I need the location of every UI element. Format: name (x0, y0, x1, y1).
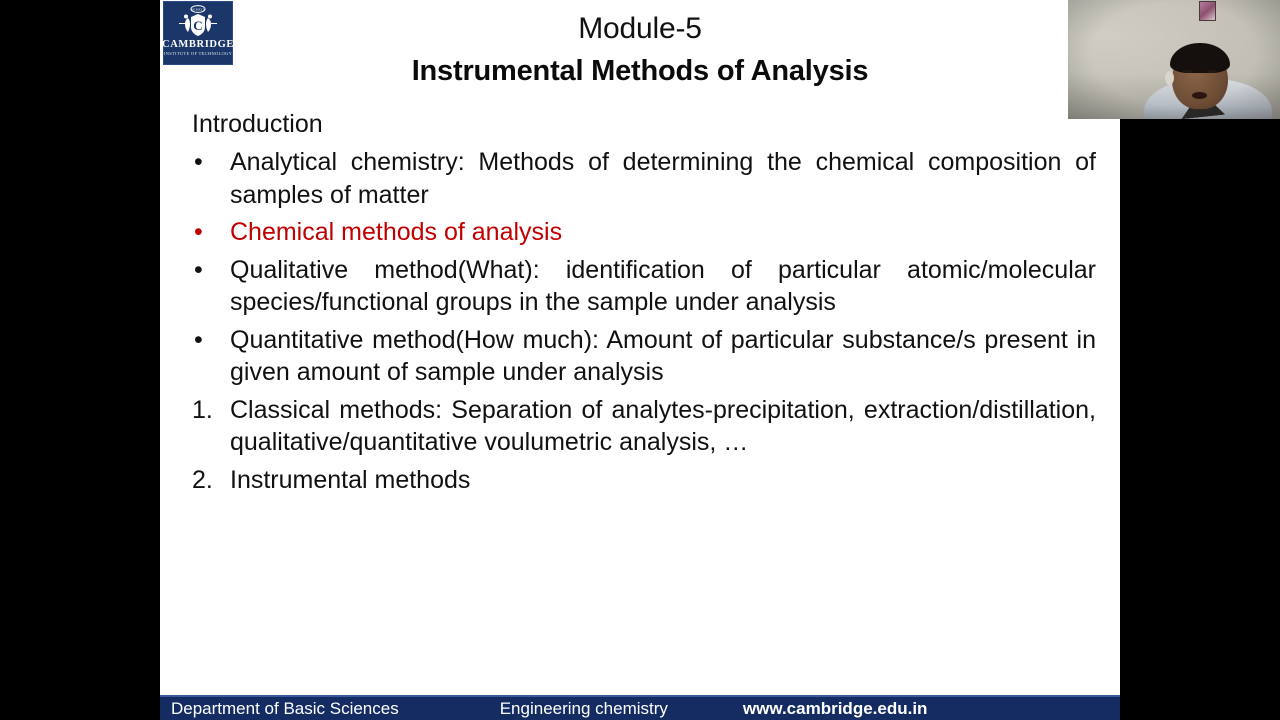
presentation-slide: MCMXCV C CAMBRIDGE INSTITUTE OF TECHNOLO… (160, 0, 1120, 720)
video-stage: MCMXCV C CAMBRIDGE INSTITUTE OF TECHNOLO… (0, 0, 1280, 720)
slide-module-title: Module-5 (578, 12, 702, 45)
bullet-item: • Quantitative method(How much): Amount … (188, 324, 1096, 389)
footer-department: Department of Basic Sciences (171, 699, 399, 718)
slide-main-title: Instrumental Methods of Analysis (411, 54, 869, 87)
wall-picture-frame (1199, 1, 1216, 21)
bullet-item: • Analytical chemistry: Methods of deter… (188, 146, 1096, 211)
numbered-marker: 1. (192, 395, 213, 424)
bullet-text: Quantitative method(How much): Amount of… (230, 325, 1096, 387)
footer-website-url: www.cambridge.edu.in (742, 699, 928, 718)
numbered-marker: 2. (192, 465, 220, 494)
slide-footer: Department of Basic Sciences Engineering… (160, 695, 1120, 720)
bullet-marker-icon: • (194, 218, 203, 246)
section-heading-introduction: Introduction (192, 110, 323, 138)
bullet-text: Analytical chemistry: Methods of determi… (230, 148, 1096, 209)
numbered-text: Instrumental methods (230, 465, 471, 494)
slide-body: Introduction • Analytical chemistry: Met… (188, 108, 1096, 501)
footer-course: Engineering chemistry (499, 699, 668, 718)
slide-title-block: Module-5 Instrumental Methods of Analysi… (160, 12, 1120, 88)
svg-text:MCMXCV: MCMXCV (191, 8, 206, 12)
bullet-item: • Qualitative method(What): identificati… (188, 254, 1096, 319)
bullet-text: Chemical methods of analysis (230, 218, 563, 246)
bullet-marker-icon: • (194, 325, 203, 354)
presenter-eye-right (1207, 70, 1216, 73)
presenter-eye-left (1183, 70, 1192, 73)
presenter-video-overlay (1068, 0, 1280, 119)
bullet-marker-icon: • (194, 255, 203, 284)
bullet-item: • Chemical methods of analysis (188, 216, 1096, 249)
presenter-mouth (1192, 92, 1207, 99)
numbered-item: 1. Classical methods: Separation of anal… (188, 394, 1096, 459)
bullet-marker-icon: • (194, 148, 203, 176)
presenter-ear (1165, 71, 1174, 85)
numbered-item: 2. Instrumental methods (188, 464, 1096, 497)
bullet-text: Qualitative method(What): identification… (230, 255, 1096, 317)
numbered-text: Classical methods: Separation of analyte… (230, 395, 1096, 457)
